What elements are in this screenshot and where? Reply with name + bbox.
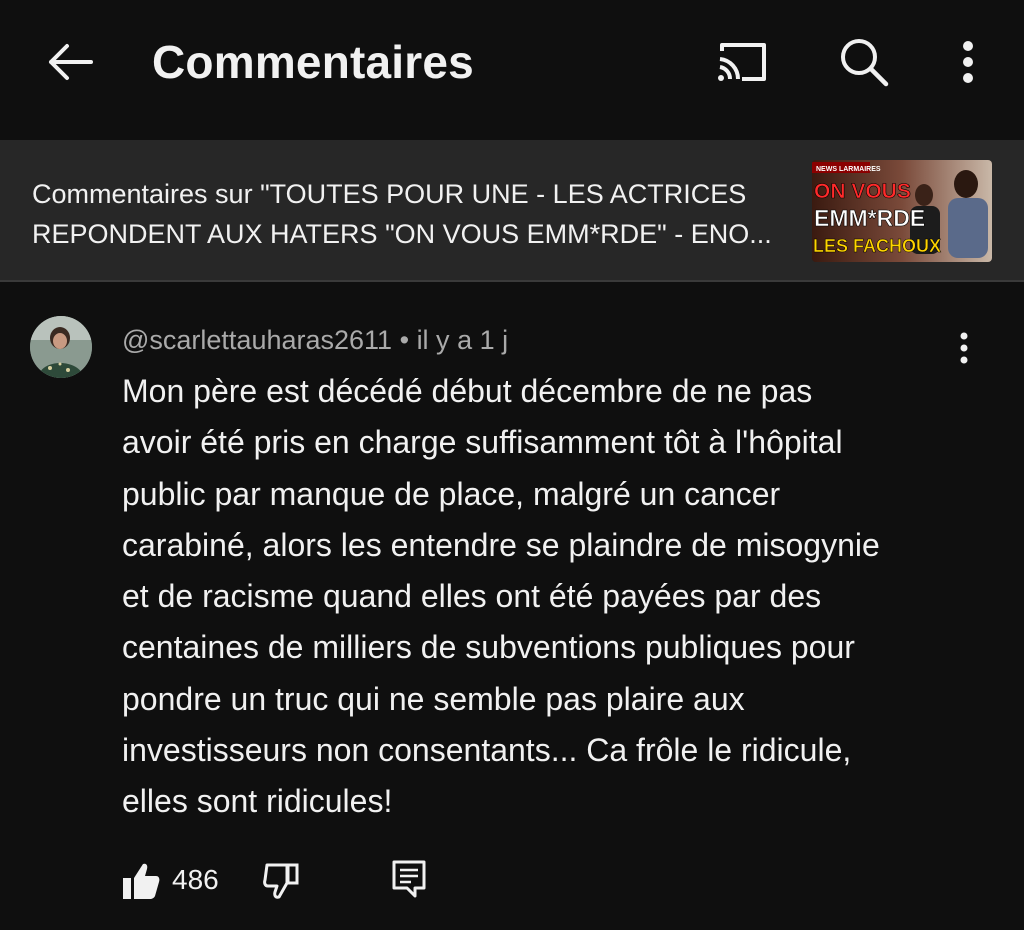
search-button[interactable] <box>830 30 898 94</box>
comment-line: pondre un truc qui ne semble pas plaire … <box>122 680 745 717</box>
svg-text:LES FACHOUX: LES FACHOUX <box>813 236 941 256</box>
avatar[interactable] <box>30 316 92 378</box>
comment-line: et de racisme quand elles ont été payées… <box>122 578 822 615</box>
like-count: 486 <box>172 864 219 895</box>
more-vertical-icon <box>960 332 968 364</box>
meta-separator: • <box>399 325 410 355</box>
thumbs-up-icon <box>123 863 160 899</box>
more-options-button[interactable] <box>940 30 996 94</box>
comment-text: Mon père est décédé début décembre de ne… <box>122 366 962 828</box>
cast-icon <box>718 43 766 81</box>
svg-text:EMM*RDE: EMM*RDE <box>814 205 925 231</box>
video-thumbnail[interactable]: NEWS LARMAIRES ON VOUS EMM*RDE LES FACHO… <box>812 160 992 262</box>
svg-text:NEWS LARMAIRES: NEWS LARMAIRES <box>816 166 881 173</box>
top-app-bar: Commentaires <box>0 0 1024 140</box>
thumbnail-image: NEWS LARMAIRES ON VOUS EMM*RDE LES FACHO… <box>812 160 992 262</box>
reply-icon <box>392 860 426 898</box>
comment-line: carabiné, alors les entendre se plaindre… <box>122 526 880 563</box>
reply-button[interactable] <box>384 852 434 906</box>
thumbs-down-icon <box>263 863 299 899</box>
svg-text:ON VOUS: ON VOUS <box>814 180 911 203</box>
video-title: Commentaires sur "TOUTES POUR UNE - LES … <box>32 174 802 254</box>
comment-line: avoir été pris en charge suffisamment tô… <box>122 424 843 461</box>
video-title-line: Commentaires sur "TOUTES POUR UNE - LES … <box>32 179 747 209</box>
comment-line: investisseurs non consentants... Ca frôl… <box>122 732 852 769</box>
dislike-button[interactable] <box>258 856 304 906</box>
page-title: Commentaires <box>152 36 474 88</box>
more-vertical-icon <box>963 41 973 83</box>
comment-line: Mon père est décédé début décembre de ne… <box>122 373 813 409</box>
cast-button[interactable] <box>708 30 776 94</box>
comment-header: @scarlettauharas2611 • il y a 1 j <box>122 322 508 358</box>
comment-time: il y a 1 j <box>416 325 509 355</box>
comment-author[interactable]: @scarlettauharas2611 <box>122 325 392 355</box>
comment-line: centaines de milliers de subventions pub… <box>122 629 855 666</box>
like-button[interactable] <box>118 856 164 906</box>
search-icon <box>841 39 889 87</box>
arrow-left-icon <box>49 44 93 80</box>
back-button[interactable] <box>38 32 102 92</box>
comment-more-button[interactable] <box>940 324 988 372</box>
avatar-image <box>30 316 92 378</box>
comment-line: elles sont ridicules! <box>122 783 393 820</box>
video-title-line: REPONDENT AUX HATERS "ON VOUS EMM*RDE" -… <box>32 219 772 249</box>
comment-line: public par manque de place, malgré un ca… <box>122 475 781 512</box>
